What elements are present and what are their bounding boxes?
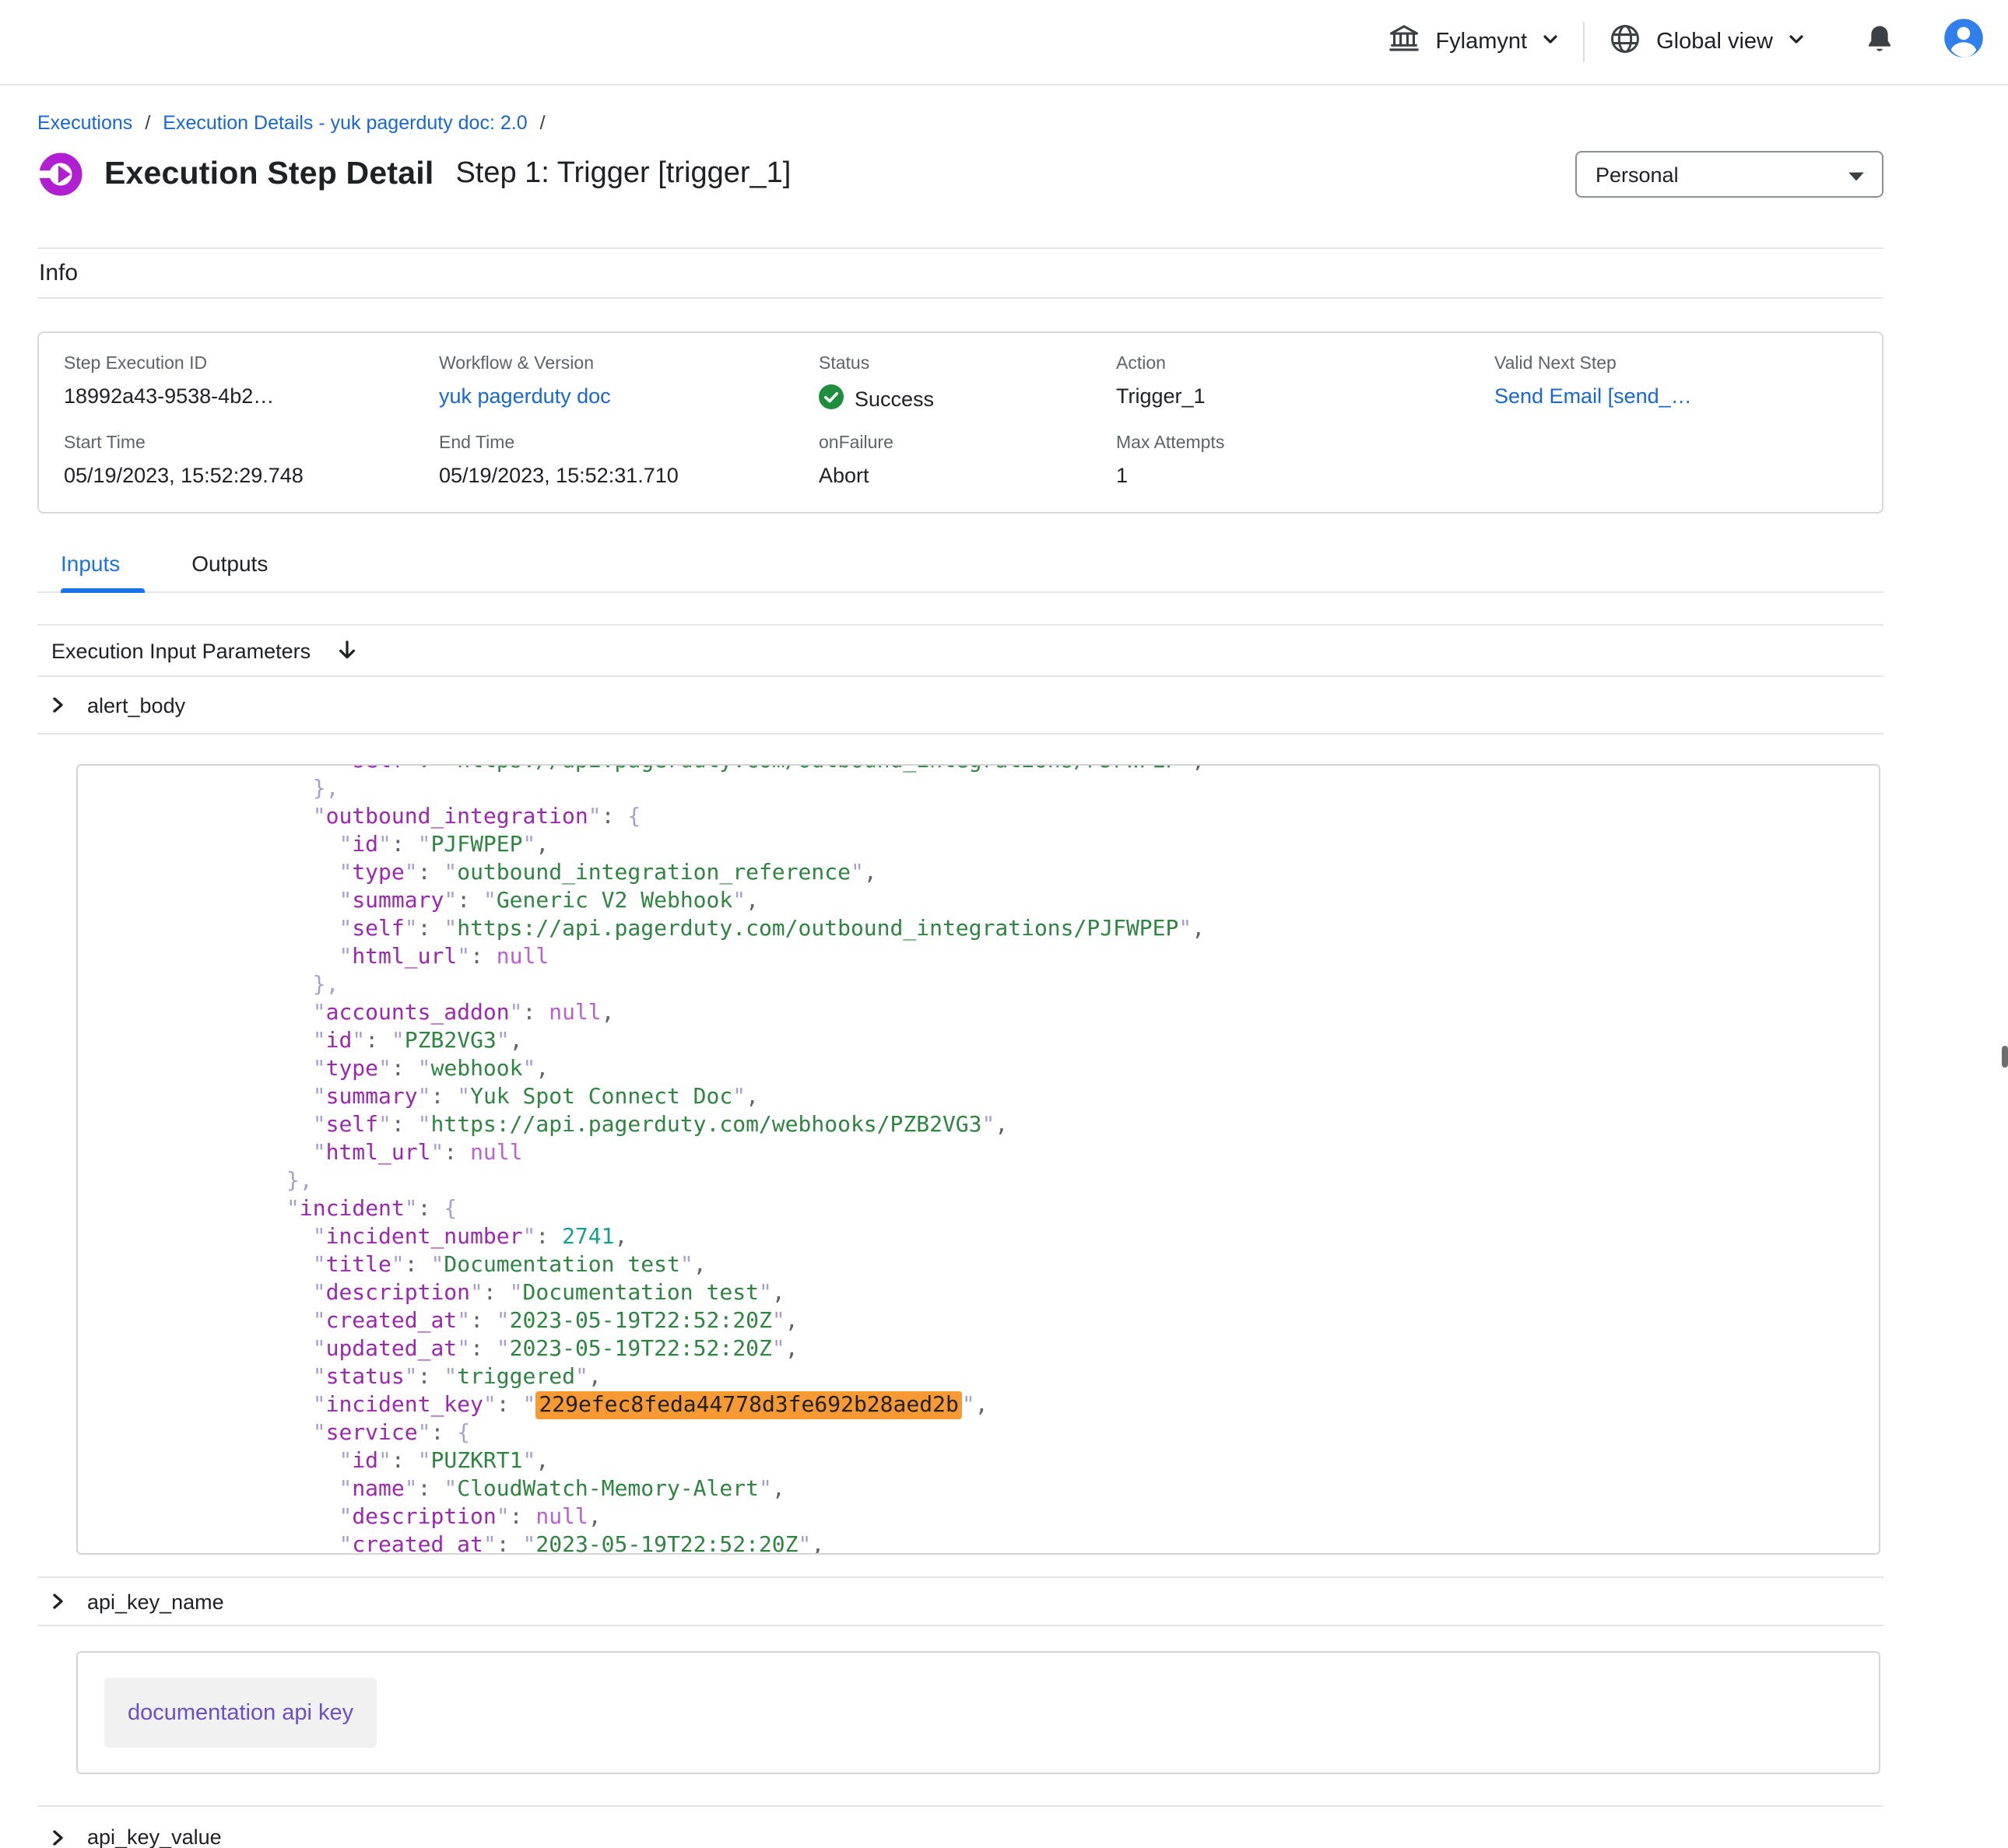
chevron-right-icon (48, 1592, 67, 1611)
breadcrumb-separator: / (145, 112, 150, 134)
download-icon[interactable] (334, 638, 359, 663)
fylamynt-logo-icon (37, 151, 84, 198)
info-field-status: Status Success (819, 355, 1116, 414)
main-content: Executions / Execution Details - yuk pag… (37, 112, 1883, 1848)
app-root: Fylamynt Global view (0, 0, 2008, 1848)
api-key-name-chip: documentation api key (104, 1678, 377, 1748)
info-field-action: Action Trigger_1 (1116, 355, 1494, 414)
field-label: Valid Next Step (1494, 355, 1857, 373)
bell-icon (1863, 21, 1896, 63)
api-key-name-value-box: documentation api key (76, 1651, 1880, 1774)
info-field-max-attempts: Max Attempts 1 (1116, 434, 1494, 487)
scope-select[interactable]: Personal (1575, 151, 1883, 198)
field-value: 05/19/2023, 15:52:31.710 (439, 464, 819, 487)
globe-icon (1608, 21, 1642, 63)
chevron-right-icon (48, 696, 67, 714)
section-alert-body[interactable]: alert_body (37, 677, 1883, 735)
field-label: onFailure (819, 434, 1116, 453)
section-label: alert_body (87, 693, 185, 717)
field-value: Trigger_1 (1116, 384, 1494, 408)
chevron-right-icon (48, 1828, 67, 1846)
next-step-link[interactable]: Send Email [send_… (1494, 384, 1857, 408)
field-label: Workflow & Version (439, 355, 819, 373)
field-value: 18992a43-9538-4b2… (64, 384, 439, 408)
org-switcher[interactable]: Fylamynt (1364, 21, 1583, 63)
view-label: Global view (1656, 30, 1773, 54)
params-heading: Execution Input Parameters (51, 639, 311, 662)
chevron-down-icon (1787, 28, 1806, 56)
info-field-start-time: Start Time 05/19/2023, 15:52:29.748 (64, 434, 439, 487)
info-field-end-time: End Time 05/19/2023, 15:52:31.710 (439, 434, 819, 487)
section-label: api_key_name (87, 1590, 224, 1613)
chevron-down-icon (1541, 28, 1560, 56)
breadcrumb-executions[interactable]: Executions (37, 112, 132, 134)
bank-icon (1387, 21, 1421, 63)
page-title: Execution Step Detail (104, 156, 434, 193)
page-subtitle: Step 1: Trigger [trigger_1] (455, 157, 791, 191)
page-header: Execution Step Detail Step 1: Trigger [t… (37, 148, 1883, 201)
field-label: Action (1116, 355, 1494, 373)
info-field-step-execution-id: Step Execution ID 18992a43-9538-4b2… (64, 355, 439, 414)
breadcrumb-separator: / (540, 112, 546, 134)
scrollbar-thumb[interactable] (2002, 1046, 2008, 1068)
breadcrumb: Executions / Execution Details - yuk pag… (37, 112, 1883, 134)
field-label: Start Time (64, 434, 439, 453)
info-card: Step Execution ID 18992a43-9538-4b2… Wor… (37, 331, 1883, 514)
info-field-onfailure: onFailure Abort (819, 434, 1116, 487)
caret-down-icon (1848, 163, 1865, 186)
tab-inputs[interactable]: Inputs (61, 551, 145, 591)
notifications-button[interactable] (1863, 21, 1896, 63)
info-field-workflow-version: Workflow & Version yuk pagerduty doc (439, 355, 819, 414)
status-text: Success (855, 387, 934, 411)
section-api-key-value[interactable]: api_key_value (37, 1805, 1883, 1848)
execution-input-parameters-header: Execution Input Parameters (37, 624, 1883, 677)
avatar (1943, 17, 1985, 67)
status-badge: Success (819, 384, 1116, 414)
field-value: Abort (819, 464, 1116, 487)
success-check-icon (819, 384, 844, 414)
field-label: Step Execution ID (64, 355, 439, 373)
tab-outputs[interactable]: Outputs (191, 551, 293, 591)
code-content: "self": "https://api.pagerduty.com/outbo… (78, 764, 1879, 1555)
view-switcher[interactable]: Global view (1585, 21, 1829, 63)
topbar: Fylamynt Global view (0, 0, 2008, 86)
section-api-key-name[interactable]: api_key_name (37, 1576, 1883, 1626)
breadcrumb-execution-details[interactable]: Execution Details - yuk pagerduty doc: 2… (163, 112, 527, 134)
field-label: End Time (439, 434, 819, 453)
field-label: Max Attempts (1116, 434, 1494, 453)
workflow-link[interactable]: yuk pagerduty doc (439, 384, 819, 408)
info-field-valid-next-step: Valid Next Step Send Email [send_… (1494, 355, 1857, 414)
org-label: Fylamynt (1435, 30, 1527, 54)
field-value: 1 (1116, 464, 1494, 487)
alert-body-json-viewer[interactable]: "self": "https://api.pagerduty.com/outbo… (76, 764, 1880, 1555)
section-label: api_key_value (87, 1825, 222, 1848)
info-section-heading: Info (37, 247, 1883, 299)
tabs: Inputs Outputs (37, 551, 1883, 593)
field-label: Status (819, 355, 1116, 373)
scope-select-value: Personal (1596, 163, 1679, 186)
user-menu[interactable] (1943, 17, 1985, 67)
field-value: 05/19/2023, 15:52:29.748 (64, 464, 439, 487)
